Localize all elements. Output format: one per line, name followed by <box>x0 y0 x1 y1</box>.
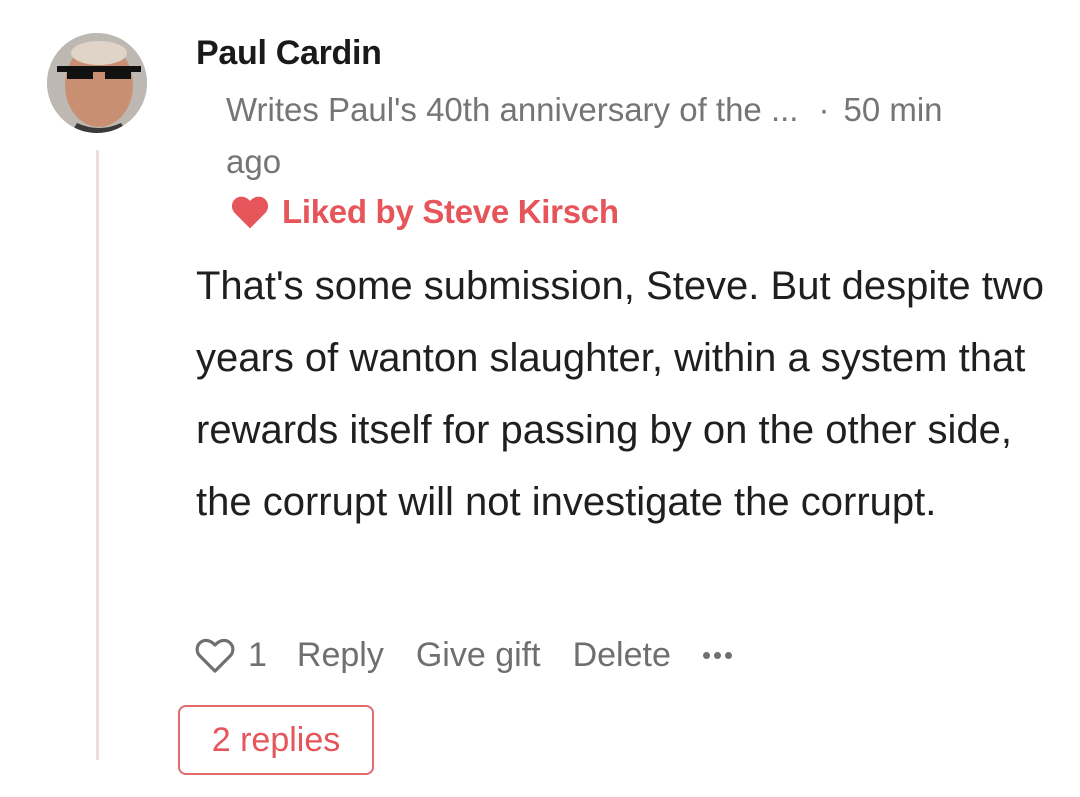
give-gift-button[interactable]: Give gift <box>416 636 541 675</box>
thread-line <box>96 150 99 760</box>
comment-body: That's some submission, Steve. But despi… <box>196 264 1045 524</box>
avatar-image <box>47 33 147 133</box>
comment-meta: Writes Paul's 40th anniversary of the ..… <box>226 84 1016 188</box>
reply-button[interactable]: Reply <box>297 636 384 675</box>
meta-separator: · <box>818 91 830 128</box>
heart-outline-icon <box>195 638 235 673</box>
replies-button[interactable]: 2 replies <box>178 705 374 775</box>
like-button[interactable]: 1 <box>194 635 267 675</box>
liked-by-text: Liked by Steve Kirsch <box>282 193 619 230</box>
timestamp: 50 min <box>843 91 943 128</box>
timestamp-suffix: ago <box>226 143 282 180</box>
heart-filled-icon <box>231 196 269 229</box>
avatar[interactable] <box>47 33 147 133</box>
delete-button[interactable]: Delete <box>573 636 671 675</box>
liked-by-badge: Liked by Steve Kirsch <box>230 190 619 234</box>
comment-author[interactable]: Paul Cardin <box>196 34 382 73</box>
comment-actions: 1 Reply Give gift Delete <box>194 630 736 680</box>
like-count: 1 <box>248 635 267 674</box>
publication-link[interactable]: Writes Paul's 40th anniversary of the ..… <box>226 91 798 128</box>
more-horizontal-icon[interactable] <box>702 640 736 670</box>
